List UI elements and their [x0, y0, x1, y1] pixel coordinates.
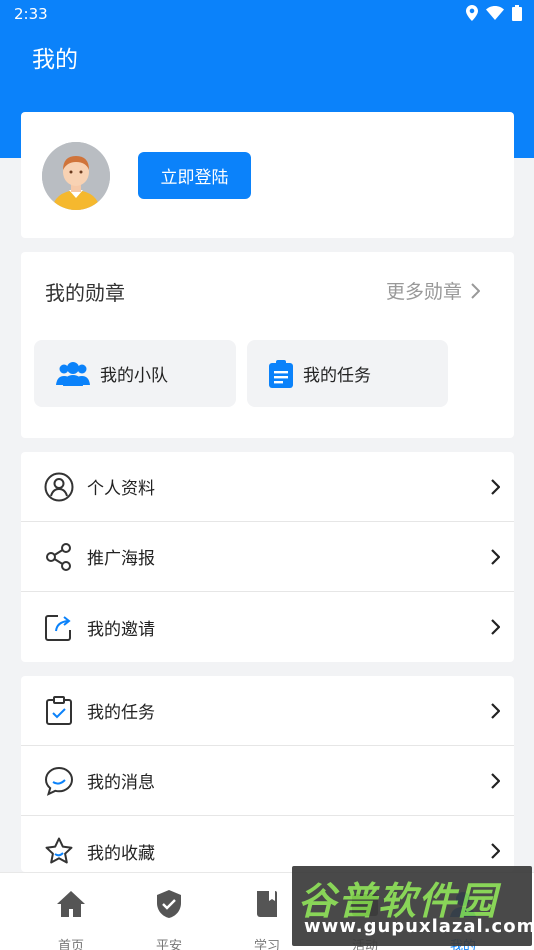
- page-title: 我的: [32, 47, 78, 73]
- menu-item-profile[interactable]: 个人资料: [21, 452, 514, 522]
- avatar-icon: [42, 142, 110, 210]
- tab-home[interactable]: 首页: [22, 873, 120, 950]
- tab-safety[interactable]: 平安: [120, 873, 218, 950]
- chevron-right-icon: [486, 702, 504, 720]
- login-button[interactable]: 立即登陆: [138, 152, 251, 199]
- tab-label: 首页: [57, 939, 84, 950]
- menu-item-invite[interactable]: 我的邀请: [21, 592, 514, 662]
- avatar[interactable]: [42, 142, 110, 210]
- menu-item-poster[interactable]: 推广海报: [21, 522, 514, 592]
- tab-label: 平安: [155, 939, 182, 950]
- user-circle-icon: [44, 472, 74, 502]
- chevron-right-icon: [486, 548, 504, 566]
- book-icon: [255, 889, 279, 919]
- task-clipboard-icon: [44, 695, 74, 726]
- chevron-right-icon: [486, 772, 504, 790]
- menu-item-label: 我的任务: [87, 703, 155, 723]
- home-icon: [55, 889, 87, 919]
- more-medals-link[interactable]: 更多勋章: [386, 277, 480, 304]
- chevron-right-icon: [471, 282, 480, 299]
- tab-label: 学习: [253, 939, 280, 950]
- team-icon: [56, 361, 90, 387]
- invite-icon: [44, 612, 74, 642]
- chevron-right-icon: [486, 618, 504, 636]
- my-team-label: 我的小队: [100, 366, 168, 386]
- more-medals-label: 更多勋章: [385, 281, 462, 303]
- wifi-icon: [486, 6, 504, 20]
- my-task-quick-button[interactable]: 我的任务: [247, 340, 448, 407]
- watermark: 谷普软件园 www.gupuxlazal.com: [292, 866, 532, 946]
- menu-item-label: 我的收藏: [87, 843, 155, 864]
- menu-item-label: 我的消息: [87, 773, 155, 793]
- my-team-button[interactable]: 我的小队: [34, 340, 236, 407]
- my-task-quick-label: 我的任务: [303, 366, 371, 386]
- profile-card: 立即登陆: [21, 112, 514, 238]
- location-icon: [466, 5, 478, 21]
- menu-item-label: 推广海报: [87, 549, 155, 569]
- medal-title: 我的勋章: [45, 281, 125, 305]
- medal-card: 我的勋章 更多勋章 我的小队 我的任务: [21, 252, 514, 438]
- status-time: 2:33: [14, 5, 48, 23]
- share-icon: [44, 542, 74, 572]
- menu-item-label: 个人资料: [87, 479, 155, 499]
- star-icon: [44, 836, 74, 866]
- menu-item-tasks[interactable]: 我的任务: [21, 676, 514, 746]
- battery-icon: [512, 5, 522, 21]
- message-icon: [44, 766, 74, 796]
- menu-group-2: 我的任务 我的消息 我的收藏: [21, 676, 514, 872]
- menu-item-label: 我的邀请: [87, 619, 155, 640]
- shield-icon: [156, 889, 182, 919]
- chevron-right-icon: [486, 478, 504, 496]
- watermark-url: www.gupuxlazal.com: [304, 916, 532, 937]
- status-bar: 2:33: [0, 0, 534, 28]
- menu-group-1: 个人资料 推广海报 我的邀请: [21, 452, 514, 662]
- chevron-right-icon: [486, 842, 504, 860]
- clipboard-icon: [269, 359, 293, 388]
- menu-item-messages[interactable]: 我的消息: [21, 746, 514, 816]
